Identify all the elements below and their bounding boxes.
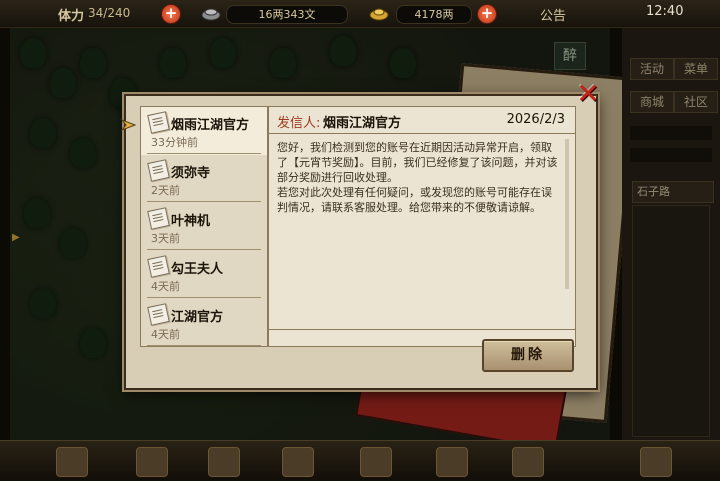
letter-icon: [147, 255, 170, 278]
mail-content-panel: 发信人: 烟雨江湖官方 2026/2/3 您好，我们检测到您的账号在近期因活动异…: [268, 106, 576, 347]
stamina-label: 体力: [58, 9, 85, 24]
mail-header: 发信人: 烟雨江湖官方 2026/2/3: [269, 107, 575, 134]
toolbar-slot-5-icon[interactable]: [360, 447, 392, 477]
mail-list-item[interactable]: 须弥寺 2天前: [141, 155, 267, 203]
silver-icon: [201, 8, 221, 21]
scrollbar[interactable]: [565, 139, 569, 289]
mail-time: 4天前: [151, 280, 180, 293]
add-gold-button[interactable]: +: [477, 4, 497, 24]
mail-list-item[interactable]: 江湖官方 4天前: [141, 299, 267, 347]
mail-list-item[interactable]: 勾王夫人 4天前: [141, 251, 267, 299]
close-icon[interactable]: ✕: [574, 80, 602, 108]
letter-icon: [147, 111, 170, 134]
clock: 12:40: [646, 4, 684, 19]
from-name: 烟雨江湖官方: [323, 116, 402, 131]
mail-time: 4天前: [151, 328, 180, 341]
top-status-bar: 体力 34/240 + 16两343文 4178两 + 公告 12:40: [0, 0, 720, 28]
toolbar-slot-2-icon[interactable]: [136, 447, 168, 477]
toolbar-slot-6-icon[interactable]: [436, 447, 468, 477]
letter-icon: [147, 159, 170, 182]
divider: [147, 297, 261, 298]
divider: [147, 153, 261, 154]
letter-icon: [147, 207, 170, 230]
toolbar-slot-4-icon[interactable]: [282, 447, 314, 477]
mail-date: 2026/2/3: [506, 112, 565, 127]
divider: [147, 249, 261, 250]
mail-list-item[interactable]: 烟雨江湖官方 33分钟前: [141, 107, 267, 155]
mail-sender: 烟雨江湖官方: [171, 118, 250, 133]
mail-list: 烟雨江湖官方 33分钟前 须弥寺 2天前 叶神机 3天前 勾王夫人 4天前 江湖…: [140, 106, 268, 347]
mail-time: 2天前: [151, 184, 180, 197]
mail-sender: 叶神机: [171, 214, 211, 229]
mail-list-item[interactable]: 叶神机 3天前: [141, 203, 267, 251]
divider: [269, 329, 575, 330]
selection-pointer-icon: [120, 118, 137, 132]
mail-time: 33分钟前: [151, 136, 198, 149]
toolbar-slot-8-icon[interactable]: [640, 447, 672, 477]
from-label: 发信人:: [277, 116, 321, 131]
toolbar-slot-7-icon[interactable]: [512, 447, 544, 477]
mail-sender: 勾王夫人: [171, 262, 224, 277]
divider: [147, 201, 261, 202]
mail-time: 3天前: [151, 232, 180, 245]
divider: [147, 345, 261, 346]
toolbar-slot-3-icon[interactable]: [208, 447, 240, 477]
mail-dialog: 烟雨江湖官方 33分钟前 须弥寺 2天前 叶神机 3天前 勾王夫人 4天前 江湖…: [124, 94, 598, 390]
delete-button[interactable]: 删除: [482, 339, 574, 372]
announcement-button[interactable]: 公告: [540, 5, 566, 24]
gold-ingot-icon: [369, 8, 389, 21]
toolbar-slot-1-icon[interactable]: [56, 447, 88, 477]
bottom-toolbar: [0, 440, 720, 481]
gold-amount: 4178两: [396, 5, 472, 24]
silver-amount: 16两343文: [226, 5, 348, 24]
add-stamina-button[interactable]: +: [161, 4, 181, 24]
stamina-value: 34/240: [88, 6, 131, 20]
mail-sender: 江湖官方: [171, 310, 224, 325]
mail-body: 您好，我们检测到您的账号在近期因活动异常开启，领取了【元宵节奖励】。目前，我们已…: [277, 141, 558, 214]
mail-sender: 须弥寺: [171, 166, 211, 181]
letter-icon: [147, 303, 170, 326]
